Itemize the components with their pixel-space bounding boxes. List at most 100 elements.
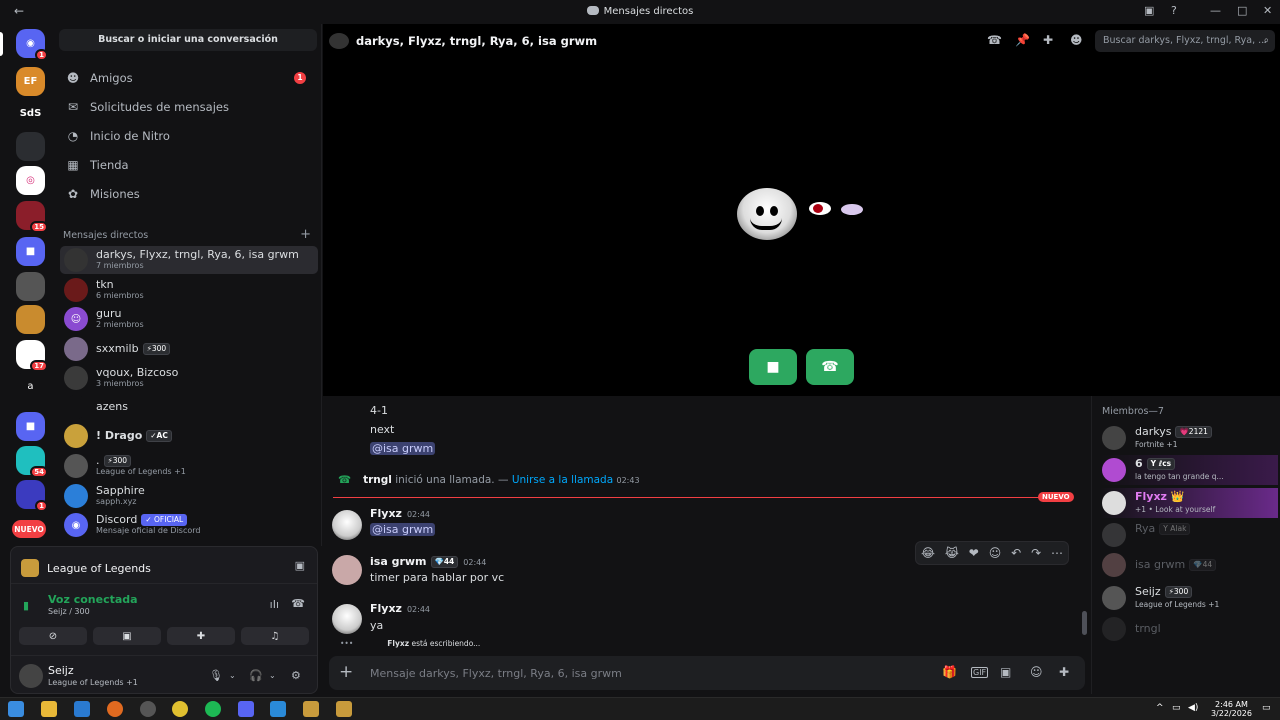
dm-item-azens[interactable]: azens (60, 393, 318, 421)
server-a[interactable]: a (16, 372, 45, 401)
message-author[interactable]: Flyxz 02:44 (370, 602, 430, 615)
gift-icon[interactable]: 🎁 (942, 665, 957, 679)
add-friends-icon[interactable]: ✚ (1043, 33, 1053, 47)
screen-share-icon[interactable]: ▣ (295, 559, 305, 572)
member-trngl[interactable]: trngl (1100, 614, 1278, 644)
message-avatar[interactable] (332, 555, 362, 585)
maximize-icon[interactable]: □ (1237, 4, 1247, 17)
minimize-icon[interactable]: — (1210, 4, 1221, 17)
disconnect-icon[interactable]: ☎ (291, 597, 305, 610)
apps-icon[interactable]: ✚ (1059, 665, 1069, 679)
upload-plus-icon[interactable]: + (339, 662, 353, 682)
message-composer[interactable]: + Mensaje darkys, Flyxz, trngl, Rya, 6, … (329, 656, 1085, 690)
file-explorer-icon[interactable] (41, 701, 57, 717)
dm-item-group[interactable]: darkys, Flyxz, trngl, Rya, 6, isa grwm 7 … (60, 246, 318, 274)
nav-shop[interactable]: ▦ Tienda (60, 152, 318, 178)
server-folder-2[interactable]: ■ (16, 412, 45, 441)
tray-chevron-icon[interactable]: ^ (1156, 703, 1164, 713)
nav-friends[interactable]: ☻ Amigos 1 (60, 65, 318, 91)
server-sds[interactable]: SdS (16, 99, 45, 128)
activity-game[interactable]: League of Legends (21, 559, 151, 577)
scrollbar-thumb[interactable] (1082, 611, 1087, 635)
dm-item-vqoux[interactable]: vqoux, Bizcoso 3 miembros (60, 364, 318, 392)
noise-suppression-icon[interactable]: ıIı (270, 598, 279, 611)
dm-item-guru[interactable]: ☺ guru 2 miembros (60, 305, 318, 333)
new-servers-badge[interactable]: NUEVO (12, 520, 46, 538)
join-voice-button[interactable]: ☎ (806, 349, 854, 385)
vscode-icon[interactable] (270, 701, 286, 717)
message-author[interactable]: Flyxz 02:44 (370, 507, 430, 520)
clock[interactable]: 2:46 AM 3/22/2026 (1211, 700, 1252, 718)
message-avatar[interactable] (332, 510, 362, 540)
user-avatar[interactable] (19, 664, 43, 688)
reply-icon[interactable]: ↶ (1011, 546, 1021, 560)
nav-quests[interactable]: ✿ Misiones (60, 181, 318, 207)
member-6[interactable]: 6Y ℓcs la tengo tan grande q... (1100, 455, 1278, 485)
member-flyxz[interactable]: Flyxz 👑 +1 • Look at yourself (1100, 488, 1278, 518)
microphone-icon[interactable]: 🎙 (209, 669, 223, 682)
headphones-icon[interactable]: 🎧 (249, 669, 263, 682)
start-icon[interactable] (8, 701, 24, 717)
home-button[interactable]: ◉ 1 (16, 29, 48, 61)
server-14[interactable]: 1 (16, 480, 48, 512)
nav-message-requests[interactable]: ✉ Solicitudes de mensajes (60, 94, 318, 120)
discord-taskbar-icon[interactable] (238, 701, 254, 717)
app-icon[interactable] (74, 701, 90, 717)
member-darkys[interactable]: darkys 💗2121 Fortnite +1 (1100, 423, 1278, 453)
chat-search-input[interactable]: Buscar darkys, Flyxz, trngl, Rya, ... ⌕ (1095, 30, 1275, 52)
member-isa-grwm[interactable]: isa grwm 💎44 (1100, 550, 1278, 580)
server-8[interactable] (16, 272, 45, 301)
call-icon[interactable]: ☎ (987, 33, 1002, 47)
server-3[interactable] (16, 132, 45, 161)
close-icon[interactable]: ✕ (1263, 4, 1272, 17)
league-game-icon[interactable] (336, 701, 352, 717)
server-9[interactable] (16, 305, 45, 334)
settings-gear-icon[interactable]: ⚙ (291, 669, 301, 682)
dm-item-drago[interactable]: ! Drago ✓AC (60, 422, 318, 450)
chrome-icon[interactable] (172, 701, 188, 717)
members-list-icon[interactable]: ☻ (1070, 33, 1083, 47)
server-13[interactable]: 54 (16, 446, 48, 478)
dm-item-sxxmilb[interactable]: sxxmilb ⚡300 (60, 335, 318, 363)
screen-share-button[interactable]: ▣ (93, 627, 161, 645)
search-conversation-button[interactable]: Buscar o iniciar una conversación (59, 29, 317, 51)
volume-icon[interactable]: ◀) (1188, 703, 1198, 713)
server-ef[interactable]: EF (16, 67, 45, 96)
join-video-button[interactable]: ■ (749, 349, 797, 385)
dm-item-sapphire[interactable]: Sapphire sapph.xyz (60, 482, 318, 510)
join-call-link[interactable]: Unirse a la llamada (512, 474, 613, 486)
nav-nitro[interactable]: ◔ Inicio de Nitro (60, 123, 318, 149)
more-icon[interactable]: ⋯ (1051, 546, 1063, 560)
emoji-icon[interactable]: ☺ (1030, 665, 1043, 679)
chevron-down-icon[interactable]: ⌄ (229, 671, 236, 680)
message-avatar[interactable] (332, 604, 362, 634)
cat-emoji-icon[interactable]: 😹 (945, 546, 959, 560)
activities-button[interactable]: ✚ (167, 627, 235, 645)
pin-icon[interactable]: 📌 (1015, 33, 1030, 47)
voice-status[interactable]: Voz conectada (48, 593, 138, 606)
dm-item-dot[interactable]: . ⚡300 League of Legends +1 (60, 452, 318, 480)
message-author[interactable]: isa grwm 💎44 02:44 (370, 555, 486, 568)
soundboard-button[interactable]: ♫ (241, 627, 309, 645)
laugh-emoji-icon[interactable]: 😂 (921, 546, 935, 560)
server-folder-1[interactable]: ■ (16, 237, 45, 266)
member-seijz[interactable]: Seijz ⚡300 League of Legends +1 (1100, 583, 1278, 613)
server-10[interactable]: 17 (16, 340, 48, 372)
server-instagram[interactable]: ◎ (16, 166, 45, 195)
heart-emoji-icon[interactable]: ❤ (969, 546, 979, 560)
firefox-icon[interactable] (107, 701, 123, 717)
chevron-down-icon[interactable]: ⌄ (269, 671, 276, 680)
obs-icon[interactable] (140, 701, 156, 717)
dm-item-tkn[interactable]: tkn 6 miembros (60, 276, 318, 304)
voice-channel[interactable]: Seijz / 300 (48, 607, 90, 616)
notification-icon[interactable]: ▭ (1262, 703, 1271, 713)
member-rya[interactable]: Rya Y Alak (1100, 520, 1278, 550)
add-reaction-icon[interactable]: ☺ (989, 546, 1002, 560)
server-6[interactable]: 15 (16, 201, 48, 233)
forward-icon[interactable]: ↷ (1031, 546, 1041, 560)
spotify-icon[interactable] (205, 701, 221, 717)
inbox-icon[interactable]: ▣ (1144, 4, 1154, 17)
create-dm-icon[interactable]: + (300, 227, 311, 242)
sticker-icon[interactable]: ▣ (1000, 665, 1011, 679)
dm-item-discord[interactable]: ◉ Discord ✓ OFICIAL Mensaje oficial de Disc… (60, 511, 318, 539)
